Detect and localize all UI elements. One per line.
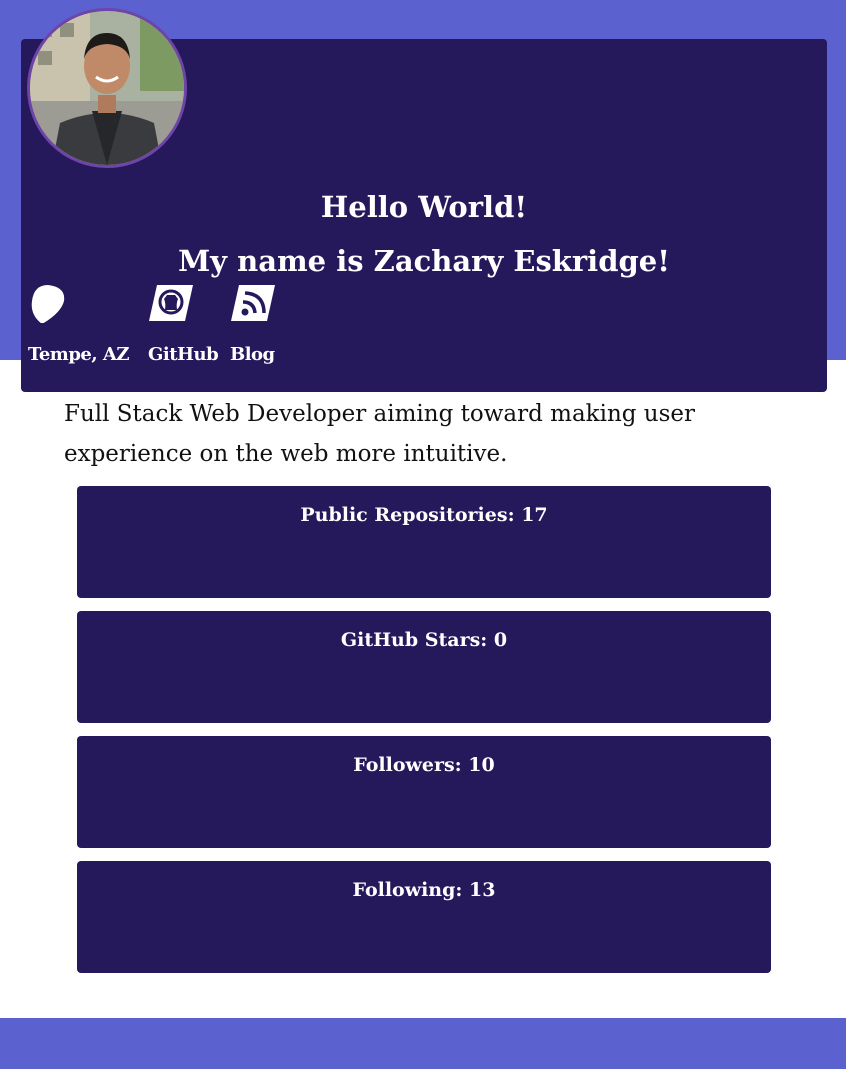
- rss-icon[interactable]: [229, 283, 275, 323]
- name-heading: My name is Zachary Eskridge!: [178, 244, 670, 278]
- location-pin-icon: [28, 283, 72, 323]
- stat-card-stars: GitHub Stars: 0: [77, 611, 771, 723]
- profile-photo-icon: [30, 11, 184, 165]
- avatar: [27, 8, 187, 168]
- bio-text: Full Stack Web Developer aiming toward m…: [64, 401, 696, 467]
- stat-following: Following: 13: [352, 879, 496, 901]
- stat-card-followers: Followers: 10: [77, 736, 771, 848]
- footer-band: [0, 1018, 846, 1069]
- stat-stars: GitHub Stars: 0: [340, 629, 508, 651]
- github-link[interactable]: GitHub: [148, 343, 219, 367]
- github-icon[interactable]: [147, 283, 193, 323]
- stat-card-following: Following: 13: [77, 861, 771, 973]
- stat-followers: Followers: 10: [353, 754, 495, 776]
- stat-repositories: Public Repositories: 17: [300, 504, 548, 526]
- location-label: Tempe, AZ: [28, 344, 130, 365]
- blog-link[interactable]: Blog: [230, 343, 275, 367]
- greeting-heading: Hello World!: [320, 190, 528, 224]
- stat-card-repositories: Public Repositories: 17: [77, 486, 771, 598]
